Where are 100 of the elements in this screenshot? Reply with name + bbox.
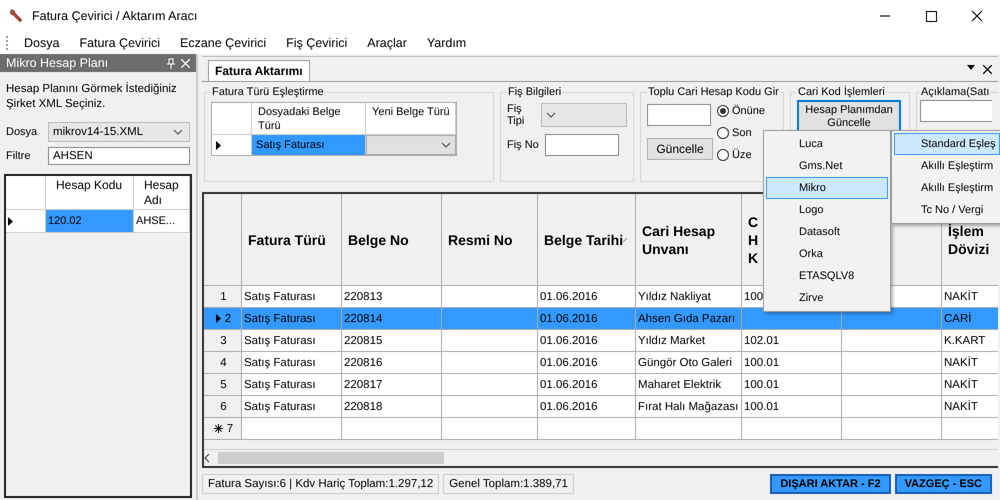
menu-item[interactable]: Zirve — [766, 287, 888, 309]
table-cell[interactable]: Satış Faturası — [252, 135, 366, 155]
table-cell[interactable]: 100.01 — [742, 396, 842, 418]
table-cell[interactable]: 01.06.2016 — [538, 374, 636, 396]
export-button[interactable]: DIŞARI AKTAR - F2 — [770, 474, 891, 494]
table-cell[interactable]: Satış Faturası — [242, 352, 342, 374]
table-cell[interactable] — [442, 286, 538, 308]
menu-item[interactable]: Gms.Net — [766, 155, 888, 177]
type-dropdown[interactable] — [541, 103, 627, 127]
menu-item[interactable]: Standard Eşleş — [894, 133, 1000, 155]
menu-item[interactable]: ETASQLV8 — [766, 265, 888, 287]
menu-item[interactable]: Yardım — [418, 36, 478, 50]
table-cell[interactable]: 01.06.2016 — [538, 308, 636, 330]
table-cell[interactable] — [842, 330, 942, 352]
menu-item[interactable]: Datasoft — [766, 221, 888, 243]
pin-icon[interactable] — [167, 58, 175, 68]
table-cell[interactable] — [742, 418, 842, 440]
radio-label[interactable]: Son — [732, 127, 752, 139]
table-cell[interactable] — [242, 418, 342, 440]
code-field[interactable] — [647, 104, 711, 126]
table-cell[interactable]: 01.06.2016 — [538, 352, 636, 374]
column-header[interactable]: Dosyadaki Belge Türü — [252, 103, 366, 135]
table-cell[interactable] — [342, 418, 442, 440]
radio-label[interactable]: Önüne — [732, 105, 766, 117]
menu-item[interactable]: Mikro — [766, 177, 888, 199]
radio-label[interactable]: Üze — [732, 149, 752, 161]
table-cell[interactable]: 102.01 — [742, 330, 842, 352]
table-cell[interactable] — [442, 308, 538, 330]
description-field[interactable] — [920, 100, 992, 122]
cancel-button[interactable]: VAZGEÇ - ESC — [894, 474, 992, 494]
radio-button[interactable] — [717, 105, 729, 117]
table-cell[interactable] — [442, 330, 538, 352]
menu-item[interactable]: Orka — [766, 243, 888, 265]
table-cell[interactable]: NAKİT — [942, 352, 998, 374]
table-cell[interactable]: 220816 — [342, 352, 442, 374]
table-cell[interactable] — [538, 418, 636, 440]
type-dropdown[interactable] — [366, 135, 456, 155]
table-cell[interactable]: Satış Faturası — [242, 286, 342, 308]
table-cell[interactable]: Maharet Elektrik — [636, 374, 742, 396]
radio-button[interactable] — [717, 127, 729, 139]
table-cell[interactable]: K.KART — [942, 330, 998, 352]
menu-item[interactable]: Dosya — [16, 36, 72, 50]
table-cell[interactable] — [842, 308, 942, 330]
tab[interactable]: Fatura Aktarımı — [208, 60, 310, 81]
menu-item[interactable]: Fiş Çevirici — [278, 36, 360, 50]
table-cell[interactable]: Güngör Oto Galeri — [636, 352, 742, 374]
table-cell[interactable]: Satış Faturası — [242, 330, 342, 352]
table-cell[interactable] — [842, 396, 942, 418]
status-text: Fatura Sayısı:6 | Kdv Hariç Toplam:1.297,12 — [202, 474, 440, 494]
menu-item[interactable]: Araçlar — [359, 36, 419, 50]
table-cell[interactable]: 220817 — [342, 374, 442, 396]
table-cell[interactable]: 100.01 — [742, 352, 842, 374]
table-cell[interactable]: Yıldız Nakliyat — [636, 286, 742, 308]
table-cell[interactable]: 220814 — [342, 308, 442, 330]
table-cell[interactable]: Satış Faturası — [242, 308, 342, 330]
table-cell[interactable]: 01.06.2016 — [538, 396, 636, 418]
close-icon[interactable] — [983, 64, 992, 74]
table-cell[interactable]: 01.06.2016 — [538, 286, 636, 308]
menu-item[interactable]: Luca — [766, 133, 888, 155]
menu-item[interactable]: Fatura Çevirici — [71, 36, 172, 50]
menu-item[interactable]: Akıllı Eşleştirm — [894, 155, 1000, 177]
menu-item[interactable]: Logo — [766, 199, 888, 221]
row-pointer-icon — [216, 140, 221, 150]
table-cell[interactable] — [842, 418, 942, 440]
table-cell[interactable]: Satış Faturası — [242, 374, 342, 396]
file-dropdown[interactable]: mikrov14-15.XML — [48, 122, 190, 142]
table-cell[interactable]: 120.02 — [46, 210, 134, 233]
table-cell[interactable]: CARİ — [942, 308, 998, 330]
table-cell[interactable]: Fırat Halı Mağazası — [636, 396, 742, 418]
menu-item[interactable]: Eczane Çevirici — [172, 36, 278, 50]
dropdown-arrow-icon[interactable] — [967, 64, 975, 70]
menu-item[interactable]: Tc No / Vergi — [894, 199, 1000, 221]
table-cell[interactable]: 220818 — [342, 396, 442, 418]
update-button[interactable]: Güncelle — [647, 138, 713, 160]
table-cell[interactable] — [942, 418, 998, 440]
filter-field[interactable]: AHSEN — [48, 147, 190, 165]
radio-button[interactable] — [717, 149, 729, 161]
table-cell[interactable]: 220815 — [342, 330, 442, 352]
table-cell[interactable] — [442, 396, 538, 418]
table-cell[interactable]: AHSE... — [134, 210, 190, 233]
table-cell[interactable]: NAKİT — [942, 374, 998, 396]
table-cell[interactable]: 100.01 — [742, 374, 842, 396]
menu-item[interactable]: Akıllı Eşleştirm — [894, 177, 1000, 199]
table-cell[interactable] — [636, 418, 742, 440]
table-cell[interactable] — [842, 374, 942, 396]
number-field[interactable] — [544, 134, 619, 156]
table-cell[interactable]: NAKİT — [942, 396, 998, 418]
table-cell[interactable]: Yıldız Market — [636, 330, 742, 352]
table-cell[interactable]: 220813 — [342, 286, 442, 308]
table-cell[interactable] — [842, 352, 942, 374]
table-cell[interactable]: Satış Faturası — [242, 396, 342, 418]
table-cell[interactable]: Ahsen Gıda Pazarı — [636, 308, 742, 330]
row-number: 2 — [204, 308, 242, 330]
scrollbar-thumb[interactable] — [218, 452, 444, 464]
table-cell[interactable] — [442, 352, 538, 374]
table-cell[interactable]: 01.06.2016 — [538, 330, 636, 352]
table-cell[interactable] — [442, 374, 538, 396]
scroll-left-icon[interactable] — [204, 454, 210, 462]
table-cell[interactable]: NAKİT — [942, 286, 998, 308]
table-cell[interactable] — [442, 418, 538, 440]
